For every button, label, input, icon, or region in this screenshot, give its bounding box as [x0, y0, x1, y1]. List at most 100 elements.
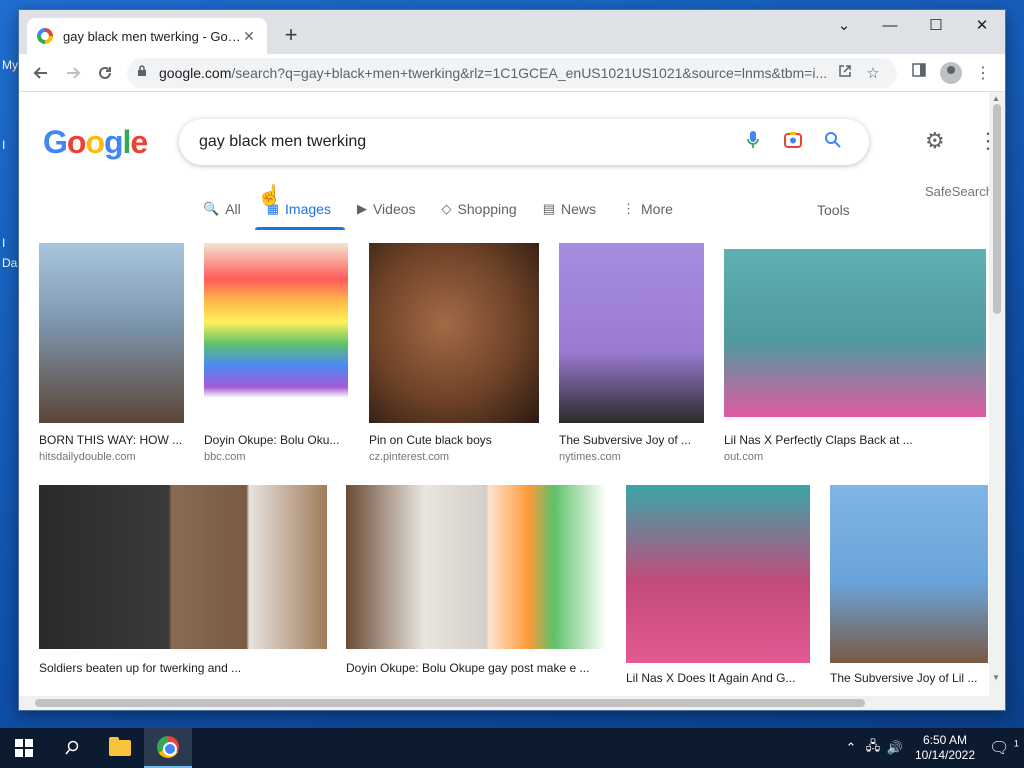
safesearch-button[interactable]: SafeSearch [925, 184, 991, 199]
image-result[interactable]: Lil Nas X Perfectly Claps Back at ... ou… [724, 243, 986, 473]
result-title[interactable]: The Subversive Joy of Lil ... [830, 671, 988, 685]
result-title[interactable]: Lil Nas X Does It Again And G... [626, 671, 810, 685]
result-thumbnail[interactable] [39, 243, 184, 423]
file-explorer-button[interactable] [96, 728, 144, 768]
search-input[interactable]: gay black men twerking [199, 133, 733, 151]
tools-button[interactable]: Tools [817, 202, 850, 218]
address-bar[interactable]: google.com/search?q=gay+black+men+twerki… [127, 57, 897, 88]
result-title[interactable]: Doyin Okupe: Bolu Okupe gay post make e … [346, 661, 606, 675]
reload-button[interactable] [89, 57, 121, 89]
result-source[interactable]: bbc.com [204, 451, 246, 463]
bookmark-star-icon[interactable]: ☆ [859, 64, 887, 82]
search-box[interactable]: gay black men twerking [179, 119, 869, 165]
network-icon[interactable]: 🖧 [862, 737, 884, 759]
tab-news[interactable]: ▤ News [539, 192, 600, 226]
result-source[interactable]: cz.pinterest.com [369, 451, 449, 463]
volume-icon[interactable]: 🔊 [884, 740, 906, 756]
result-title[interactable]: Soldiers beaten up for twerking and ... [39, 661, 327, 675]
result-thumbnail[interactable] [39, 485, 327, 649]
profile-avatar[interactable] [940, 61, 962, 84]
back-button[interactable] [25, 57, 57, 89]
chrome-window: gay black men twerking - Google Search ✕… [18, 9, 1006, 711]
search-results-page: Google gay black men twerking ⚙ ⋮ 🔍All ▦… [19, 92, 991, 698]
chrome-menu-icon[interactable]: ⋮ [967, 63, 999, 83]
desktop-icon-label[interactable]: My [2, 58, 18, 72]
forward-arrow-icon [67, 66, 81, 79]
tray-chevron-icon[interactable]: ⌃ [840, 740, 862, 756]
share-icon[interactable] [831, 64, 859, 82]
result-thumbnail[interactable] [204, 243, 348, 423]
image-result[interactable]: Soldiers beaten up for twerking and ... [39, 485, 327, 695]
desktop-icon-label[interactable]: I [2, 138, 5, 152]
clock[interactable]: 6:50 AM 10/14/2022 [906, 733, 984, 763]
notification-count: 1 [1013, 738, 1019, 749]
voice-search-icon[interactable] [733, 130, 773, 155]
result-title[interactable]: Doyin Okupe: Bolu Oku... [204, 433, 348, 447]
windows-logo-icon [15, 739, 33, 757]
taskbar-search-button[interactable] [48, 728, 96, 768]
result-thumbnail[interactable] [369, 243, 539, 423]
thumbnail-placeholder [724, 249, 986, 417]
tab-all[interactable]: 🔍 All [199, 192, 245, 226]
vertical-scroll-thumb[interactable] [993, 104, 1001, 314]
url-text[interactable]: google.com/search?q=gay+black+men+twerki… [159, 65, 831, 81]
image-result[interactable]: Lil Nas X Does It Again And G... [626, 485, 810, 695]
back-arrow-icon [33, 66, 47, 79]
result-source[interactable]: nytimes.com [559, 451, 621, 463]
chrome-taskbar-button[interactable] [144, 728, 192, 768]
image-result[interactable]: Pin on Cute black boys cz.pinterest.com [369, 243, 541, 473]
result-thumbnail[interactable] [724, 249, 986, 417]
clock-time: 6:50 AM [922, 733, 968, 747]
result-thumbnail[interactable] [346, 485, 606, 649]
image-result[interactable]: Doyin Okupe: Bolu Okupe gay post make e … [346, 485, 608, 695]
new-tab-button[interactable]: + [277, 22, 305, 50]
start-button[interactable] [0, 728, 48, 768]
taskbar: ⌃ 🖧 🔊 6:50 AM 10/14/2022 🗨 1 [0, 728, 1024, 768]
settings-gear-icon[interactable]: ⚙ [925, 128, 945, 154]
scroll-up-icon[interactable]: ▲ [992, 94, 1000, 103]
clock-date: 10/14/2022 [914, 748, 976, 762]
url-host: google.com [159, 64, 232, 81]
result-source[interactable]: hitsdailydouble.com [39, 451, 136, 463]
minimize-button[interactable]: — [867, 10, 913, 42]
result-title[interactable]: BORN THIS WAY: HOW ... [39, 433, 185, 447]
image-result[interactable]: The Subversive Joy of Lil ... [830, 485, 988, 695]
thumbnail-placeholder [369, 243, 539, 423]
desktop-icon-label[interactable]: I [2, 236, 5, 250]
side-panel-icon[interactable] [903, 63, 935, 82]
lock-icon[interactable] [137, 65, 151, 80]
google-lens-icon[interactable] [773, 130, 813, 155]
google-logo[interactable]: Google [43, 124, 148, 161]
result-source[interactable]: out.com [724, 451, 763, 463]
horizontal-scroll-thumb[interactable] [35, 699, 865, 707]
browser-toolbar: google.com/search?q=gay+black+men+twerki… [19, 54, 1005, 92]
result-thumbnail[interactable] [626, 485, 810, 663]
maximize-button[interactable]: ☐ [913, 10, 959, 42]
result-title[interactable]: Pin on Cute black boys [369, 433, 539, 447]
tab-shopping[interactable]: ◇ Shopping [438, 192, 521, 226]
scroll-down-icon[interactable]: ▼ [992, 673, 1000, 682]
forward-button[interactable] [57, 57, 89, 89]
tab-videos[interactable]: ▶ Videos [353, 192, 420, 226]
result-title[interactable]: The Subversive Joy of ... [559, 433, 705, 447]
thumbnail-placeholder [204, 243, 348, 423]
tab-search-button[interactable]: ⌄ [821, 10, 867, 42]
image-result[interactable]: Doyin Okupe: Bolu Oku... bbc.com [204, 243, 350, 473]
search-icon[interactable] [813, 131, 853, 154]
image-result[interactable]: BORN THIS WAY: HOW ... hitsdailydouble.c… [39, 243, 185, 473]
thumbnail-placeholder [830, 485, 988, 663]
search-icon: 🔍 [203, 201, 220, 216]
result-thumbnail[interactable] [830, 485, 988, 663]
result-title[interactable]: Lil Nas X Perfectly Claps Back at ... [724, 433, 986, 447]
image-result[interactable]: The Subversive Joy of ... nytimes.com [559, 243, 705, 473]
close-window-button[interactable]: ✕ [959, 10, 1005, 42]
tab-more[interactable]: ⋮ More [618, 192, 677, 226]
tab-close-icon[interactable]: ✕ [241, 28, 257, 45]
vertical-scrollbar[interactable]: ▲ ▼ [989, 92, 1005, 698]
result-thumbnail[interactable] [559, 243, 704, 423]
horizontal-scrollbar[interactable] [19, 696, 1005, 710]
desktop-icon-label[interactable]: Da [2, 256, 17, 270]
notification-center-button[interactable]: 🗨 1 [984, 738, 1024, 758]
reload-icon [99, 66, 111, 79]
browser-tab[interactable]: gay black men twerking - Google Search ✕ [27, 18, 267, 54]
